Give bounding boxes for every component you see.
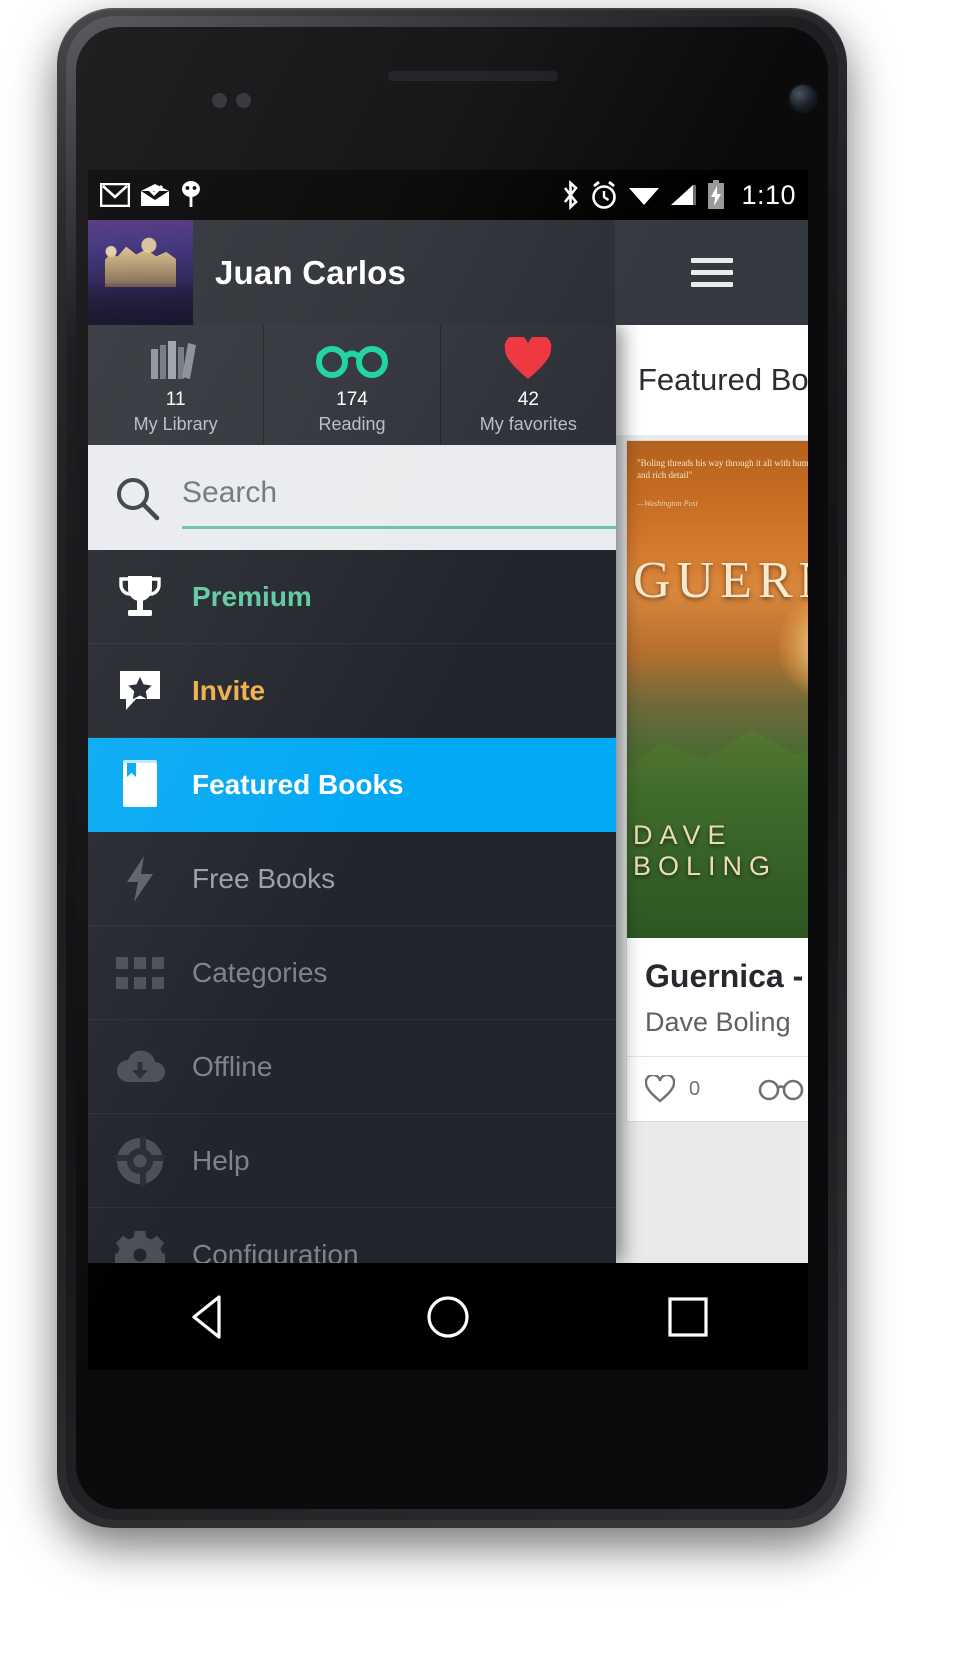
action-bar: Juan Carlos bbox=[88, 220, 808, 325]
heart-icon[interactable] bbox=[645, 1075, 675, 1103]
avatar[interactable] bbox=[88, 220, 193, 325]
lightning-bolt-icon bbox=[88, 854, 192, 904]
life-ring-icon bbox=[88, 1135, 192, 1186]
sidebar-item-label: Premium bbox=[192, 580, 312, 612]
cloud-download-icon bbox=[88, 1048, 192, 1086]
search-row bbox=[88, 445, 616, 550]
hamburger-bars bbox=[690, 251, 733, 294]
sidebar-item-configuration[interactable]: Configuration bbox=[88, 1208, 616, 1263]
stats-row: 11 My Library 174 Reading 42 My favorite… bbox=[88, 325, 616, 445]
wifi-icon bbox=[629, 188, 660, 205]
cover-blurb: "Boling threads his way through it all w… bbox=[637, 458, 808, 481]
star-message-icon bbox=[88, 668, 192, 714]
stat-count: 42 bbox=[517, 388, 539, 410]
stat-my-library[interactable]: 11 My Library bbox=[88, 325, 265, 445]
home-circle-icon[interactable] bbox=[388, 1263, 508, 1370]
search-input-wrapper bbox=[182, 467, 616, 529]
status-bar-clock: 1:10 bbox=[741, 179, 796, 210]
sidebar-item-label: Free Books bbox=[192, 862, 336, 894]
sidebar-item-free-books[interactable]: Free Books bbox=[88, 832, 616, 926]
book-author: Dave Boling bbox=[645, 1007, 791, 1037]
status-bar: 1:10 bbox=[88, 170, 808, 220]
stat-count: 174 bbox=[336, 388, 368, 410]
status-bar-right-icons: 1:10 bbox=[561, 180, 796, 211]
device-screen: 1:10 Juan Carlos Featured Books "Boling … bbox=[88, 170, 808, 1370]
featured-books-pane: Featured Books "Boling threads his way t… bbox=[616, 325, 808, 1263]
status-bar-left-icons bbox=[100, 181, 202, 209]
sidebar-item-featured-books[interactable]: Featured Books bbox=[88, 738, 616, 832]
search-icon[interactable] bbox=[114, 475, 160, 521]
book-meta: Guernica - Dave Boling bbox=[627, 938, 808, 1057]
glasses-icon bbox=[314, 336, 390, 382]
search-input[interactable] bbox=[182, 476, 616, 516]
bluetooth-icon bbox=[564, 180, 579, 210]
grid-icon bbox=[88, 956, 192, 989]
stat-reading[interactable]: 174 Reading bbox=[264, 325, 441, 445]
stat-label: My favorites bbox=[479, 413, 577, 434]
cover-author-text: DAVE BOLING bbox=[633, 820, 778, 881]
page-title: Featured Books bbox=[638, 362, 808, 397]
proximity-sensor bbox=[212, 93, 227, 108]
book-cover-image: "Boling threads his way through it all w… bbox=[627, 441, 808, 938]
front-camera bbox=[790, 85, 816, 111]
trophy-icon bbox=[88, 573, 192, 621]
battery-charging-icon bbox=[708, 180, 725, 209]
sidebar-item-label: Help bbox=[192, 1144, 250, 1176]
sidebar-item-categories[interactable]: Categories bbox=[88, 926, 616, 1020]
pane-title-bar: Featured Books bbox=[616, 325, 808, 435]
earpiece-speaker bbox=[388, 71, 558, 80]
stat-count: 11 bbox=[165, 388, 186, 410]
back-triangle-icon[interactable] bbox=[148, 1263, 268, 1370]
cover-title-text: GUERNICA bbox=[633, 552, 808, 609]
sidebar-item-label: Offline bbox=[192, 1050, 273, 1082]
heart-icon bbox=[503, 336, 553, 382]
inbox-icon bbox=[141, 184, 169, 206]
book-card-actions: 0 bbox=[627, 1057, 808, 1121]
sidebar-item-label: Configuration bbox=[192, 1238, 359, 1264]
gmail-icon bbox=[100, 183, 130, 207]
favorite-count: 0 bbox=[689, 1077, 701, 1100]
book-card[interactable]: "Boling threads his way through it all w… bbox=[626, 440, 808, 1122]
sidebar-item-premium[interactable]: Premium bbox=[88, 550, 616, 644]
sidebar-item-label: Featured Books bbox=[192, 768, 404, 800]
sidebar-item-label: Categories bbox=[192, 956, 328, 988]
alarm-icon bbox=[592, 180, 617, 209]
android-navigation-bar bbox=[88, 1263, 808, 1370]
light-sensor bbox=[236, 93, 251, 108]
content-area: Featured Books "Boling threads his way t… bbox=[88, 325, 808, 1263]
stat-my-favorites[interactable]: 42 My favorites bbox=[441, 325, 616, 445]
stat-label: My Library bbox=[133, 413, 218, 434]
recents-square-icon[interactable] bbox=[628, 1263, 748, 1370]
cover-blurb-source: —Washington Post bbox=[637, 499, 698, 508]
gear-icon bbox=[88, 1230, 192, 1263]
glasses-icon[interactable] bbox=[758, 1076, 804, 1102]
hamburger-icon[interactable] bbox=[615, 220, 808, 325]
android-debug-icon bbox=[182, 181, 200, 207]
book-icon bbox=[88, 759, 192, 811]
sidebar-item-invite[interactable]: Invite bbox=[88, 644, 616, 738]
book-title: Guernica - bbox=[645, 958, 804, 994]
stat-label: Reading bbox=[318, 413, 386, 434]
sidebar-item-help[interactable]: Help bbox=[88, 1114, 616, 1208]
sidebar-item-label: Invite bbox=[192, 674, 266, 706]
user-name: Juan Carlos bbox=[215, 253, 407, 291]
sidebar-item-offline[interactable]: Offline bbox=[88, 1020, 616, 1114]
navigation-drawer: 11 My Library 174 Reading 42 My favorite… bbox=[88, 325, 616, 1263]
signal-icon bbox=[671, 185, 697, 205]
books-icon bbox=[149, 336, 203, 382]
